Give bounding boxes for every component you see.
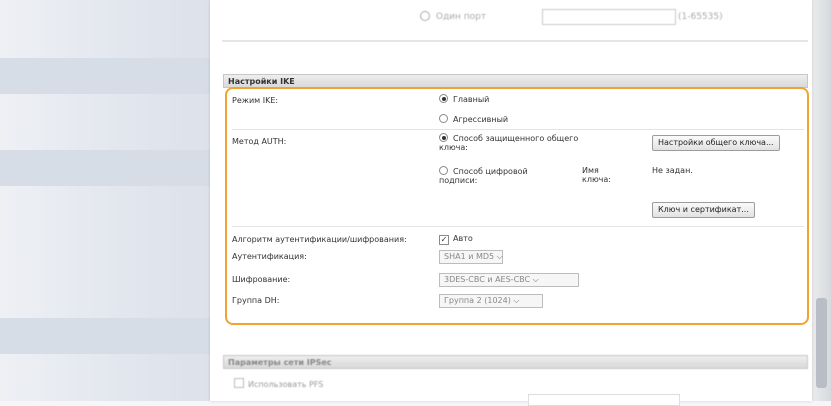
auth-method-label: Метод AUTH: (232, 137, 287, 146)
ipsec-section-header: Параметры сети IPSec (223, 355, 808, 369)
ike-mode-aggressive-option[interactable]: Агрессивный (439, 114, 508, 124)
authentication-label: Аутентификация: (232, 252, 307, 261)
scrollbar-thumb[interactable] (816, 298, 827, 388)
bottom-input[interactable] (528, 394, 680, 406)
settings-page: Один порт (1-65535) Настройки IKE Режим … (210, 0, 812, 406)
checkmark-icon[interactable]: ✓ (439, 235, 449, 245)
ike-mode-label: Режим IKE: (232, 96, 279, 105)
auth-signature-label: Способ цифровой подписи: (439, 167, 528, 185)
dh-group-select[interactable]: Группа 2 (1024) ⌵ (439, 294, 543, 308)
chevron-down-icon: ⌵ (532, 275, 539, 284)
pfs-option[interactable]: Использовать PFS (234, 378, 323, 389)
chevron-down-icon: ⌵ (513, 296, 520, 305)
algorithm-auto-label: Авто (453, 234, 473, 243)
port-input[interactable] (542, 9, 676, 25)
ike-mode-aggressive-label: Агрессивный (453, 115, 509, 124)
separator (222, 40, 808, 42)
pfs-label: Использовать PFS (248, 380, 324, 389)
port-range-hint: (1-65535) (678, 12, 723, 22)
pfs-checkbox[interactable] (234, 378, 244, 388)
single-port-option[interactable]: Один порт (420, 11, 486, 22)
auth-signature-option[interactable]: Способ цифровой подписи: (439, 166, 549, 185)
key-name-value: Не задан. (652, 166, 693, 175)
encryption-label: Шифрование: (232, 275, 291, 284)
ike-mode-main-label: Главный (453, 95, 490, 104)
ike-section-header: Настройки IKE (223, 74, 808, 88)
authentication-value: SHA1 и MD5 (444, 252, 495, 261)
single-port-label: Один порт (435, 11, 487, 22)
algorithm-label: Алгоритм аутентификации/шифрования: (232, 235, 407, 244)
ike-mode-main-option[interactable]: Главный (439, 94, 489, 104)
divider (232, 129, 804, 130)
auth-psk-radio[interactable] (439, 133, 448, 142)
scrollbar[interactable] (812, 0, 831, 401)
divider (232, 226, 804, 227)
left-band (0, 318, 210, 354)
chevron-down-icon: ⌵ (496, 252, 503, 261)
dh-group-label: Группа DH: (232, 296, 280, 305)
auth-psk-option[interactable]: Способ защищенного общего ключа: (439, 133, 609, 152)
ike-mode-main-radio[interactable] (439, 94, 448, 103)
key-and-certificate-button[interactable]: Ключ и сертификат... (652, 202, 755, 218)
left-band (0, 58, 210, 94)
single-port-radio[interactable] (420, 11, 430, 21)
auth-psk-label: Способ защищенного общего ключа: (439, 134, 579, 152)
encryption-select[interactable]: 3DES-CBC и AES-CBC ⌵ (439, 273, 579, 287)
key-name-label: Имя ключа: (582, 166, 612, 184)
authentication-select[interactable]: SHA1 и MD5 ⌵ (439, 250, 503, 264)
ike-mode-aggressive-radio[interactable] (439, 114, 448, 123)
port-row: Один порт (1-65535) (234, 8, 804, 26)
left-band (0, 150, 210, 186)
encryption-value: 3DES-CBC и AES-CBC (444, 275, 531, 284)
dh-group-value: Группа 2 (1024) (444, 296, 511, 305)
auth-signature-radio[interactable] (439, 166, 448, 175)
ike-settings-highlight: Режим IKE: Главный Агрессивный Метод AUT… (225, 87, 809, 325)
algorithm-auto-option[interactable]: ✓ Авто (439, 234, 473, 245)
left-background (0, 0, 210, 401)
preshared-key-settings-button[interactable]: Настройки общего ключа... (652, 135, 780, 151)
